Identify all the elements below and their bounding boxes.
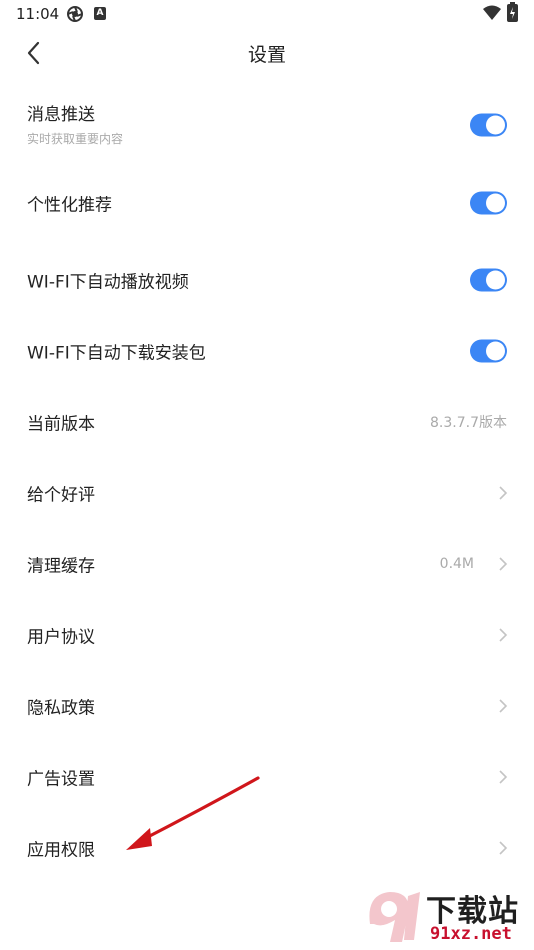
toggle-knob [486,193,505,213]
version-value: 8.3.7.7版本 [430,414,507,431]
personalized-recommend-toggle[interactable] [470,191,507,215]
setting-privacy-policy[interactable]: 隐私政策 [0,670,534,741]
watermark-domain: 91xz.net [430,924,512,944]
setting-wifi-autoplay-video: WI-FI下自动播放视频 [0,244,534,315]
setting-personalized-recommend: 个性化推荐 [0,162,534,244]
chevron-right-icon [499,698,508,713]
setting-label: 给个好评 [27,485,95,505]
chevron-right-icon [499,840,508,855]
setting-rate-app[interactable]: 给个好评 [0,457,534,528]
setting-label: 隐私政策 [27,698,95,718]
toggle-knob [486,341,505,360]
setting-label: 消息推送 [27,105,95,125]
a-letter-icon: A [94,7,106,20]
chevron-right-icon [499,769,508,784]
toggle-knob [486,115,505,135]
cache-size-value: 0.4M [439,555,474,572]
setting-user-agreement[interactable]: 用户协议 [0,599,534,670]
setting-message-push: 消息推送 实时获取重要内容 [0,88,534,162]
recording-icon [67,6,83,22]
setting-label: 个性化推荐 [27,195,112,216]
setting-label: WI-FI下自动下载安装包 [27,343,206,363]
chevron-right-icon [499,627,508,642]
watermark-logo-icon [369,892,420,942]
battery-charging-icon [507,2,518,22]
setting-current-version: 当前版本 8.3.7.7版本 [0,386,534,457]
setting-subtitle: 实时获取重要内容 [27,132,124,146]
wifi-autoplay-video-toggle[interactable] [470,268,507,291]
setting-wifi-auto-download: WI-FI下自动下载安装包 [0,315,534,386]
setting-label: 应用权限 [27,840,95,860]
setting-label: 广告设置 [27,769,95,789]
setting-clear-cache[interactable]: 清理缓存 0.4M [0,528,534,599]
message-push-toggle[interactable] [470,113,507,137]
wifi-icon [483,5,501,20]
settings-list: 消息推送 实时获取重要内容 个性化推荐 WI-FI下自动播放视频 WI-FI下自… [0,88,534,883]
setting-label: 当前版本 [27,414,95,434]
watermark: 下载站 91xz.net [362,884,532,948]
chevron-right-icon [499,485,508,500]
status-time: 11:04 [16,5,60,23]
setting-label: 用户协议 [27,627,95,647]
chevron-right-icon [499,556,508,571]
page-title: 设置 [247,44,286,66]
status-bar: 11:04 A [0,0,534,28]
setting-label: WI-FI下自动播放视频 [27,272,189,292]
header: 设置 [0,30,534,76]
annotation-arrow-icon [126,776,260,850]
toggle-knob [486,270,505,289]
setting-label: 清理缓存 [27,556,95,576]
wifi-auto-download-toggle[interactable] [470,339,507,362]
